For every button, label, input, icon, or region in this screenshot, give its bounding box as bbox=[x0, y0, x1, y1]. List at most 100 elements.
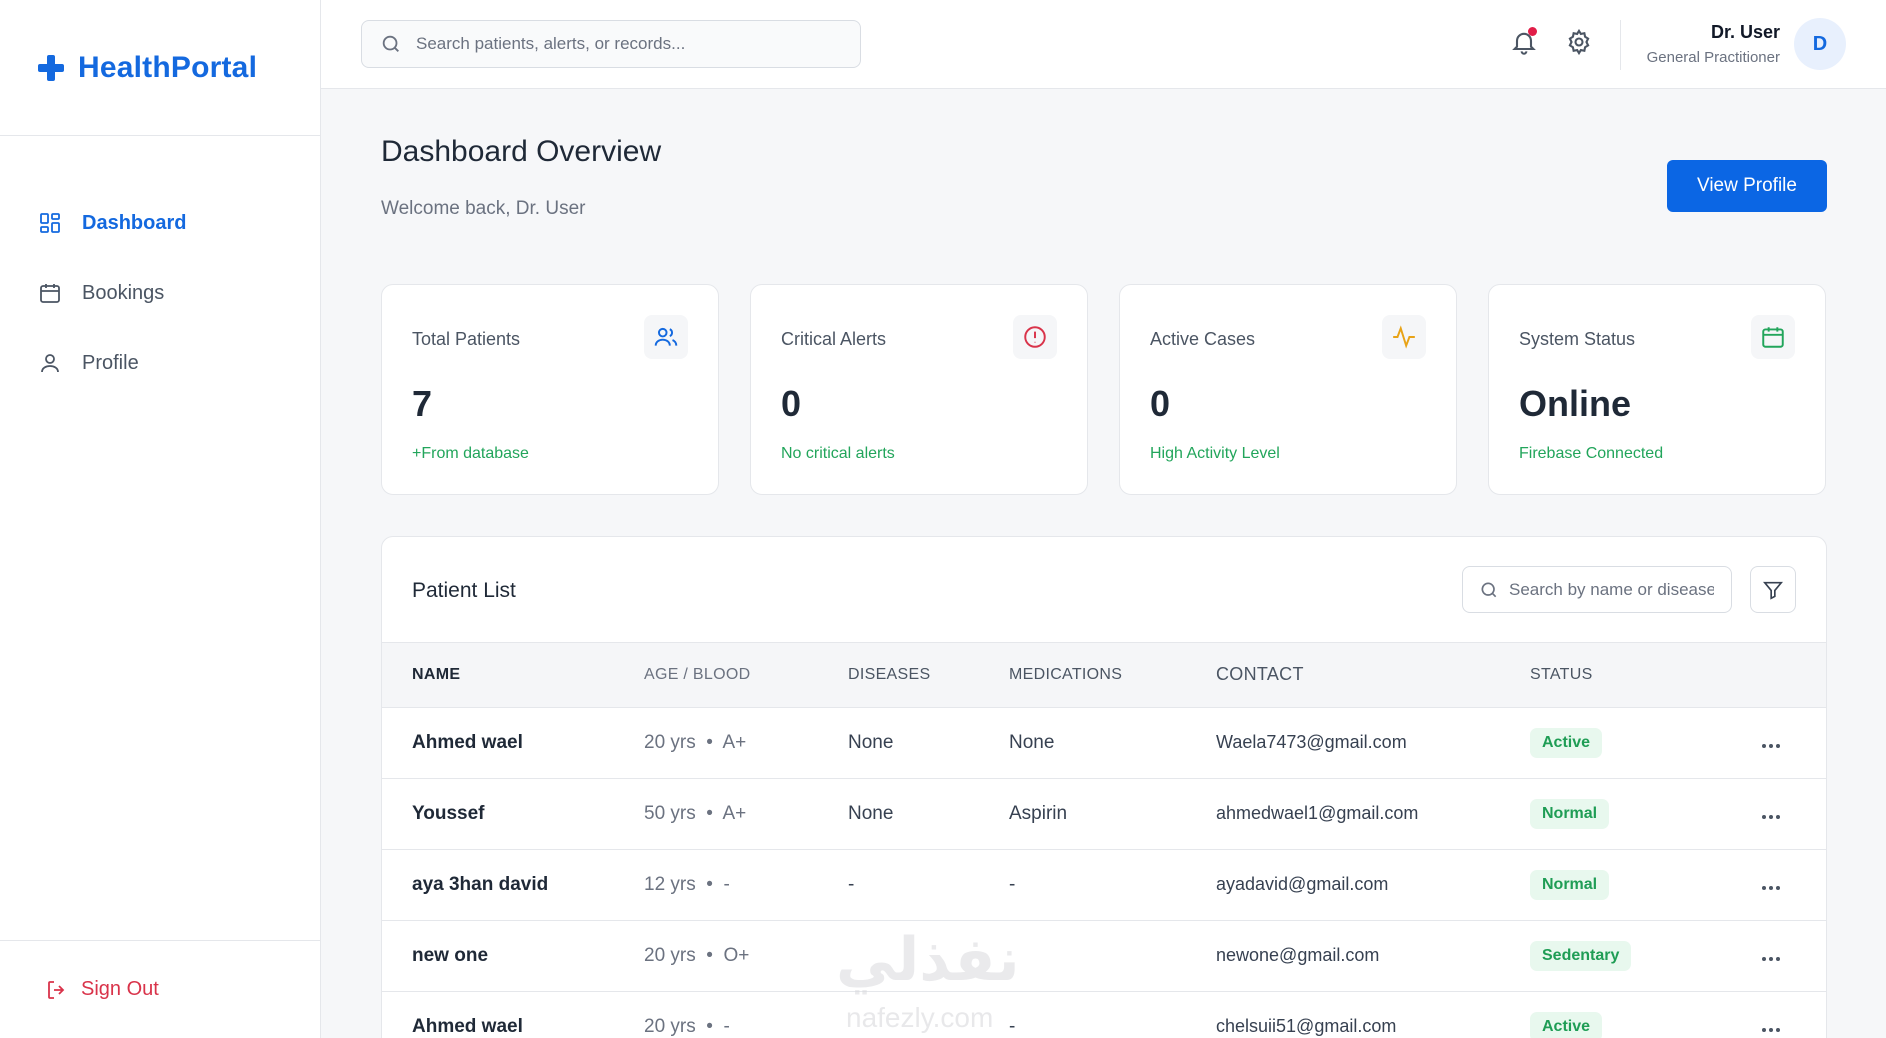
row-actions bbox=[1730, 991, 1826, 1038]
row-actions bbox=[1730, 920, 1826, 991]
calendar-icon bbox=[1751, 315, 1795, 359]
patient-contact: ayadavid@gmail.com bbox=[1216, 874, 1389, 894]
patient-diseases: - bbox=[848, 873, 855, 895]
patient-medications bbox=[1009, 920, 1216, 991]
avatar[interactable]: D bbox=[1794, 18, 1846, 70]
table-row[interactable]: Youssef 50 yrs • A+ None Aspirin ahmedwa… bbox=[382, 778, 1826, 849]
medical-cross-icon bbox=[38, 54, 64, 81]
user-icon bbox=[38, 351, 62, 375]
global-search bbox=[361, 20, 861, 68]
sign-out-label: Sign Out bbox=[81, 978, 159, 1000]
stat-card-total-patients: Total Patients 7 +From database bbox=[381, 284, 719, 495]
card-note: Firebase Connected bbox=[1519, 445, 1664, 462]
patient-blood: O+ bbox=[723, 944, 750, 966]
more-options-icon[interactable] bbox=[1762, 743, 1780, 748]
patient-list-panel: Patient List NAME AGE / BLOOD DISEASES M… bbox=[381, 536, 1827, 1038]
patient-name: Ahmed wael bbox=[412, 1015, 523, 1037]
patient-name: Ahmed wael bbox=[412, 731, 523, 753]
stat-card-critical-alerts: Critical Alerts 0 No critical alerts bbox=[750, 284, 1088, 495]
more-options-icon[interactable] bbox=[1762, 814, 1780, 819]
card-value: 0 bbox=[781, 383, 802, 424]
patient-blood: A+ bbox=[722, 802, 747, 824]
column-header-medications[interactable]: MEDICATIONS bbox=[1009, 643, 1216, 708]
sidebar-item-profile[interactable]: Profile bbox=[0, 328, 320, 398]
user-name: Dr. User bbox=[1710, 22, 1780, 42]
patient-list-header: Patient List bbox=[382, 537, 1826, 643]
patient-blood: - bbox=[723, 1015, 730, 1037]
global-search-input[interactable] bbox=[416, 34, 836, 54]
users-icon bbox=[644, 315, 688, 359]
sign-out-button[interactable]: Sign Out bbox=[45, 978, 159, 1002]
status-badge: Active bbox=[1530, 727, 1603, 758]
more-options-icon[interactable] bbox=[1762, 1027, 1780, 1032]
sidebar-item-label: Profile bbox=[82, 351, 139, 374]
sidebar-nav: Dashboard Bookings Profile bbox=[0, 136, 320, 398]
sidebar-item-label: Bookings bbox=[82, 281, 165, 304]
table-row[interactable]: Ahmed wael 20 yrs • A+ None None Waela74… bbox=[382, 707, 1826, 778]
patient-medications: - bbox=[1009, 1015, 1016, 1037]
patient-name: new one bbox=[412, 944, 489, 966]
patient-name: aya 3han david bbox=[412, 873, 549, 895]
patient-age: 20 yrs bbox=[644, 944, 696, 966]
table-header-row: NAME AGE / BLOOD DISEASES MEDICATIONS CO… bbox=[382, 643, 1826, 708]
watermark-text: نفذلي bbox=[836, 926, 1020, 993]
patient-list-title: Patient List bbox=[412, 579, 516, 602]
more-options-icon[interactable] bbox=[1762, 885, 1780, 890]
patient-age-blood: 20 yrs • A+ bbox=[644, 731, 747, 753]
more-options-icon[interactable] bbox=[1762, 956, 1780, 961]
notifications-button[interactable] bbox=[1510, 27, 1538, 56]
card-label: System Status bbox=[1519, 329, 1636, 349]
column-header-actions bbox=[1730, 643, 1826, 708]
patient-contact: ahmedwael1@gmail.com bbox=[1216, 803, 1419, 823]
column-header-contact[interactable]: CONTACT bbox=[1216, 643, 1530, 708]
row-actions bbox=[1730, 849, 1826, 920]
calendar-icon bbox=[38, 281, 62, 305]
card-label: Critical Alerts bbox=[781, 329, 887, 349]
table-row[interactable]: aya 3han david 12 yrs • - - - ayadavid@g… bbox=[382, 849, 1826, 920]
notification-dot bbox=[1528, 27, 1537, 36]
signout-area: Sign Out bbox=[0, 940, 320, 1038]
dashboard-grid-icon bbox=[38, 211, 62, 235]
column-header-status[interactable]: STATUS bbox=[1530, 643, 1730, 708]
patient-status: Normal bbox=[1530, 778, 1730, 849]
settings-button[interactable] bbox=[1565, 28, 1593, 56]
patient-age: 50 yrs bbox=[644, 802, 696, 824]
table-row[interactable]: Ahmed wael 20 yrs • - - chelsuii51@gmail… bbox=[382, 991, 1826, 1038]
column-header-age-blood[interactable]: AGE / BLOOD bbox=[644, 643, 848, 708]
patient-status: Sedentary bbox=[1530, 920, 1730, 991]
table-row[interactable]: new one 20 yrs • O+ newone@gmail.com Sed… bbox=[382, 920, 1826, 991]
patient-status: Normal bbox=[1530, 849, 1730, 920]
card-label: Total Patients bbox=[412, 329, 521, 349]
row-actions bbox=[1730, 778, 1826, 849]
sidebar: HealthPortal Dashboard Bookings Profile … bbox=[0, 0, 321, 1038]
column-header-diseases[interactable]: DISEASES bbox=[848, 643, 1009, 708]
activity-icon bbox=[1382, 315, 1426, 359]
status-badge: Active bbox=[1530, 1011, 1603, 1038]
patient-name: Youssef bbox=[412, 802, 485, 824]
sidebar-item-dashboard[interactable]: Dashboard bbox=[0, 188, 320, 258]
brand[interactable]: HealthPortal bbox=[0, 0, 320, 136]
card-note: +From database bbox=[412, 445, 529, 462]
top-header: Dr. User General Practitioner D bbox=[321, 0, 1886, 89]
stat-cards: Total Patients 7 +From database Critical… bbox=[381, 284, 1827, 495]
patient-age-blood: 50 yrs • A+ bbox=[644, 802, 747, 824]
sidebar-item-label: Dashboard bbox=[82, 211, 187, 234]
patient-status: Active bbox=[1530, 991, 1730, 1038]
user-info[interactable]: Dr. User General Practitioner bbox=[1647, 22, 1780, 66]
card-value: 0 bbox=[1150, 383, 1171, 424]
search-icon bbox=[1481, 582, 1497, 597]
patient-search-input[interactable] bbox=[1509, 579, 1714, 600]
stat-card-system-status: System Status Online Firebase Connected bbox=[1488, 284, 1826, 495]
sidebar-item-bookings[interactable]: Bookings bbox=[0, 258, 320, 328]
patient-diseases: None bbox=[848, 731, 894, 753]
patient-medications: Aspirin bbox=[1009, 802, 1068, 824]
patient-table: NAME AGE / BLOOD DISEASES MEDICATIONS CO… bbox=[382, 643, 1826, 1038]
patient-search bbox=[1462, 566, 1732, 613]
view-profile-button[interactable]: View Profile bbox=[1667, 160, 1827, 212]
patient-contact: chelsuii51@gmail.com bbox=[1216, 1016, 1397, 1036]
column-header-name[interactable]: NAME bbox=[382, 643, 644, 708]
header-divider bbox=[1620, 20, 1621, 70]
patient-medications: - bbox=[1009, 873, 1016, 895]
patient-age-blood: 20 yrs • - bbox=[644, 1015, 730, 1037]
filter-button[interactable] bbox=[1750, 566, 1796, 613]
